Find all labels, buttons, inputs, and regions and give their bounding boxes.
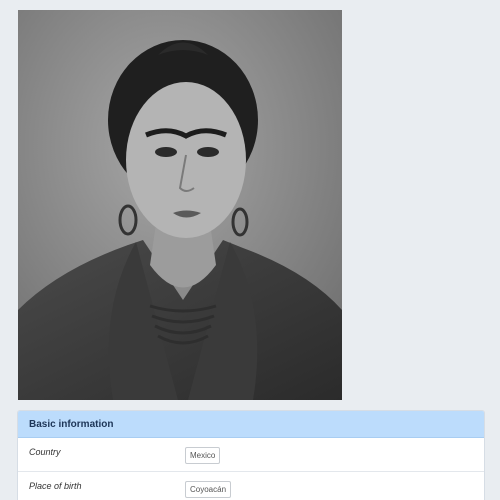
panel-header: Basic information [18, 411, 484, 438]
page: Basic information Country Mexico Place o… [0, 0, 500, 500]
portrait-photo [18, 10, 342, 400]
info-row-place-of-birth: Place of birth Coyoacán [18, 472, 484, 500]
basic-information-panel: Basic information Country Mexico Place o… [17, 410, 485, 500]
country-value-link[interactable]: Mexico [185, 447, 221, 464]
country-label: Country [29, 447, 61, 457]
portrait-image [18, 10, 342, 400]
info-row-country: Country Mexico [18, 438, 484, 472]
panel-title: Basic information [29, 418, 114, 430]
place-of-birth-value-link[interactable]: Coyoacán [185, 481, 232, 498]
place-of-birth-label: Place of birth [29, 481, 82, 491]
